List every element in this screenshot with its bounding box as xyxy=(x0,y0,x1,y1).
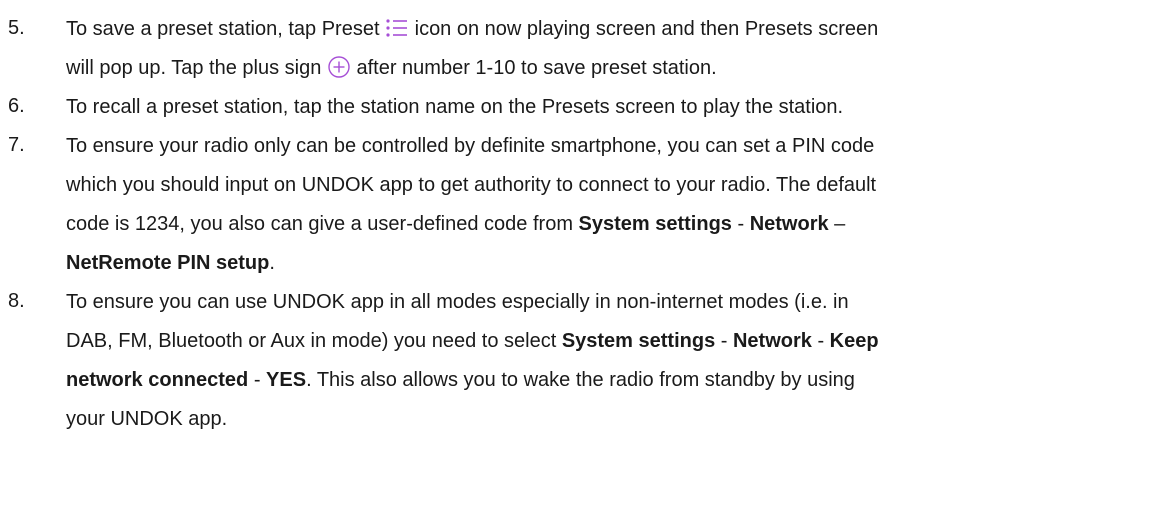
plus-circle-icon xyxy=(327,55,351,79)
item-7-line-3: code is 1234, you also can give a user-d… xyxy=(66,213,846,235)
item-8-line-3: network connected - YES. This also allow… xyxy=(66,369,855,391)
item-number: 5. xyxy=(8,17,25,39)
item-number: 7. xyxy=(8,134,25,156)
item-number: 6. xyxy=(8,95,25,117)
item-8-line-2: DAB, FM, Bluetooth or Aux in mode) you n… xyxy=(66,330,879,352)
item-7-line-1: To ensure your radio only can be control… xyxy=(66,135,875,157)
item-5-line-2: will pop up. Tap the plus sign after num… xyxy=(66,56,717,81)
item-5-line-1: To save a preset station, tap Preset ico… xyxy=(66,17,878,42)
preset-list-icon xyxy=(385,16,409,40)
item-number: 8. xyxy=(8,290,25,312)
item-6-line-1: To recall a preset station, tap the stat… xyxy=(66,96,844,118)
item-8-line-1: To ensure you can use UNDOK app in all m… xyxy=(66,291,849,313)
item-7-line-4: NetRemote PIN setup. xyxy=(66,252,275,274)
item-8-line-4: your UNDOK app. xyxy=(66,408,228,430)
item-7-line-2: which you should input on UNDOK app to g… xyxy=(66,174,877,196)
